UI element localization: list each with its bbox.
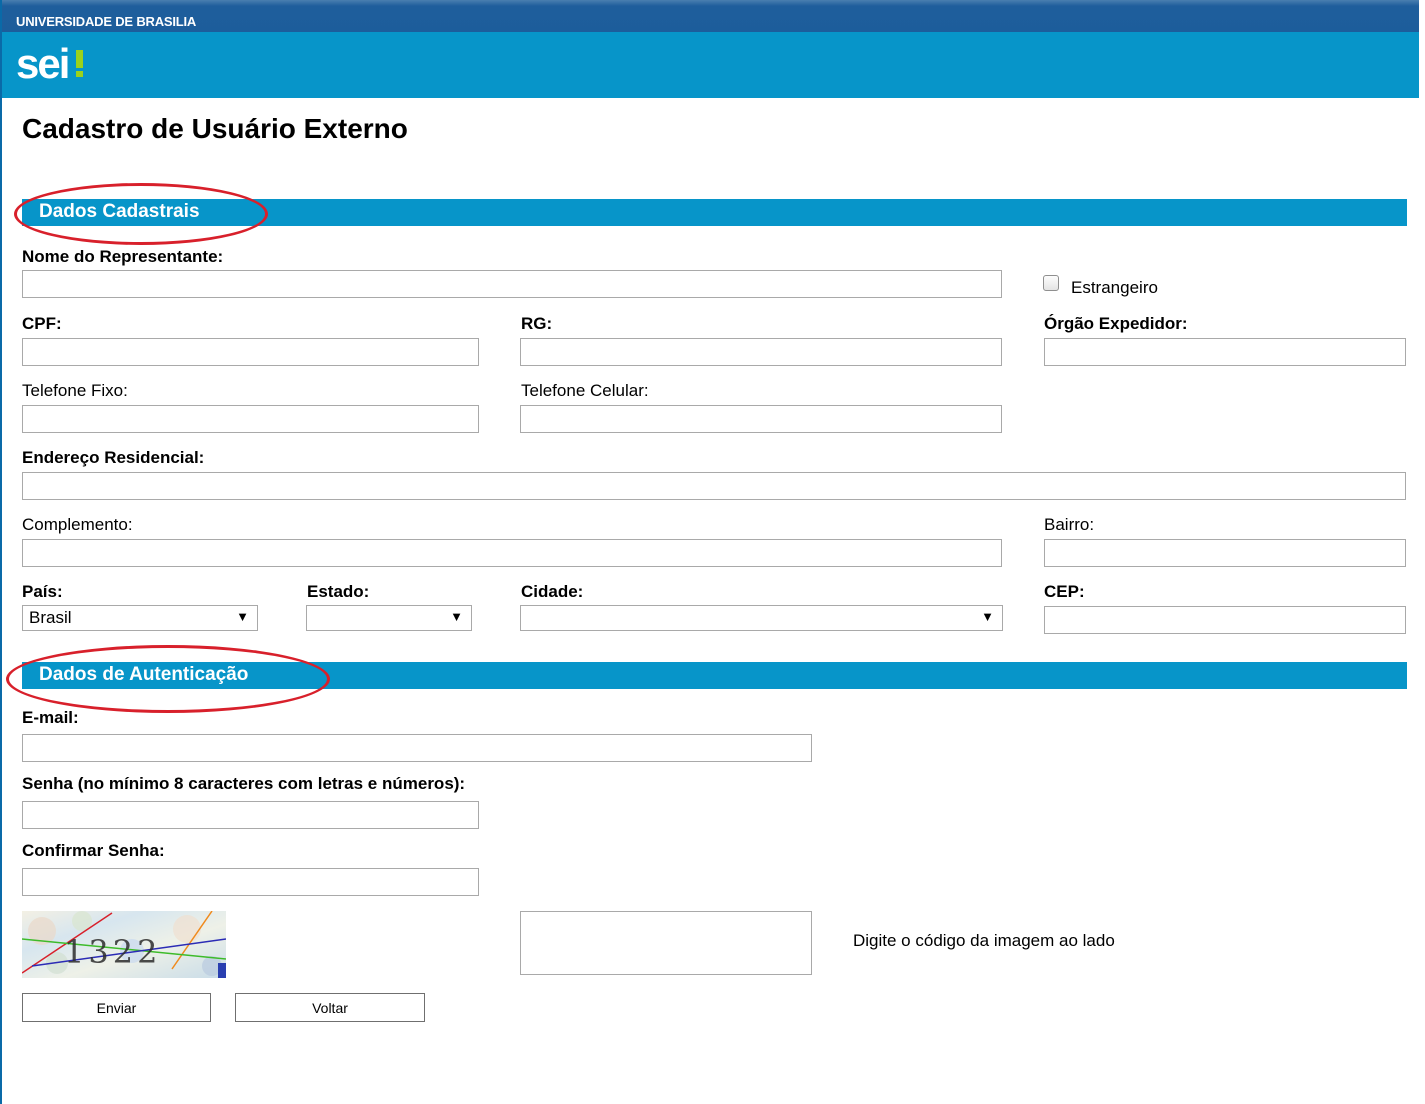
cep-label: CEP:	[1044, 582, 1085, 601]
dropdown-arrow-icon: ▼	[450, 609, 463, 624]
page-title: Cadastro de Usuário Externo	[22, 113, 408, 144]
nome-label: Nome do Representante:	[22, 247, 224, 266]
captcha-image: 1322	[22, 911, 226, 978]
orgao-expedidor-input[interactable]	[1044, 338, 1406, 366]
highlight-ellipse	[14, 183, 268, 245]
enviar-button[interactable]: Enviar	[22, 993, 211, 1022]
sei-logo-mark-icon	[76, 50, 83, 77]
orgao-expedidor-label: Órgão Expedidor:	[1044, 314, 1188, 333]
bairro-input[interactable]	[1044, 539, 1406, 567]
voltar-button[interactable]: Voltar	[235, 993, 425, 1022]
estrangeiro-label: Estrangeiro	[1071, 278, 1158, 297]
complemento-input[interactable]	[22, 539, 1002, 567]
telefone-celular-label: Telefone Celular:	[521, 381, 649, 400]
captcha-code: 1322	[64, 933, 161, 971]
cep-input[interactable]	[1044, 606, 1406, 634]
cidade-label: Cidade:	[521, 582, 584, 601]
sei-logo[interactable]: sei	[16, 43, 70, 85]
confirmar-senha-input[interactable]	[22, 868, 479, 896]
estado-select[interactable]: ▼	[306, 605, 472, 631]
complemento-label: Complemento:	[22, 515, 133, 534]
rg-input[interactable]	[520, 338, 1002, 366]
nome-input[interactable]	[22, 270, 1002, 298]
captcha-graphic: 1322	[22, 911, 226, 978]
email-label: E-mail:	[22, 708, 79, 727]
bairro-label: Bairro:	[1044, 515, 1095, 534]
telefone-fixo-label: Telefone Fixo:	[22, 381, 128, 400]
pais-selected-value: Brasil	[29, 608, 72, 627]
cidade-select[interactable]: ▼	[520, 605, 1003, 631]
endereco-label: Endereço Residencial:	[22, 448, 205, 467]
estado-label: Estado:	[307, 582, 370, 601]
cpf-input[interactable]	[22, 338, 479, 366]
telefone-celular-input[interactable]	[520, 405, 1002, 433]
endereco-input[interactable]	[22, 472, 1406, 500]
captcha-input[interactable]	[520, 911, 812, 975]
telefone-fixo-input[interactable]	[22, 405, 479, 433]
estrangeiro-checkbox[interactable]	[1043, 275, 1059, 291]
dropdown-arrow-icon: ▼	[981, 609, 994, 624]
page-left-border	[0, 0, 2, 1104]
pais-label: País:	[22, 582, 63, 601]
captcha-hint: Digite o código da imagem ao lado	[853, 931, 1115, 950]
senha-input[interactable]	[22, 801, 479, 829]
university-name: UNIVERSIDADE DE BRASILIA	[16, 14, 197, 29]
confirmar-senha-label: Confirmar Senha:	[22, 841, 165, 860]
cpf-label: CPF:	[22, 314, 62, 333]
rg-label: RG:	[521, 314, 553, 333]
pais-select[interactable]: Brasil ▼	[22, 605, 258, 631]
logo-bar	[2, 32, 1419, 98]
institution-bar	[2, 0, 1419, 32]
highlight-ellipse	[6, 645, 330, 713]
dropdown-arrow-icon: ▼	[236, 609, 249, 624]
email-input[interactable]	[22, 734, 812, 762]
senha-label: Senha (no mínimo 8 caracteres com letras…	[22, 774, 466, 793]
